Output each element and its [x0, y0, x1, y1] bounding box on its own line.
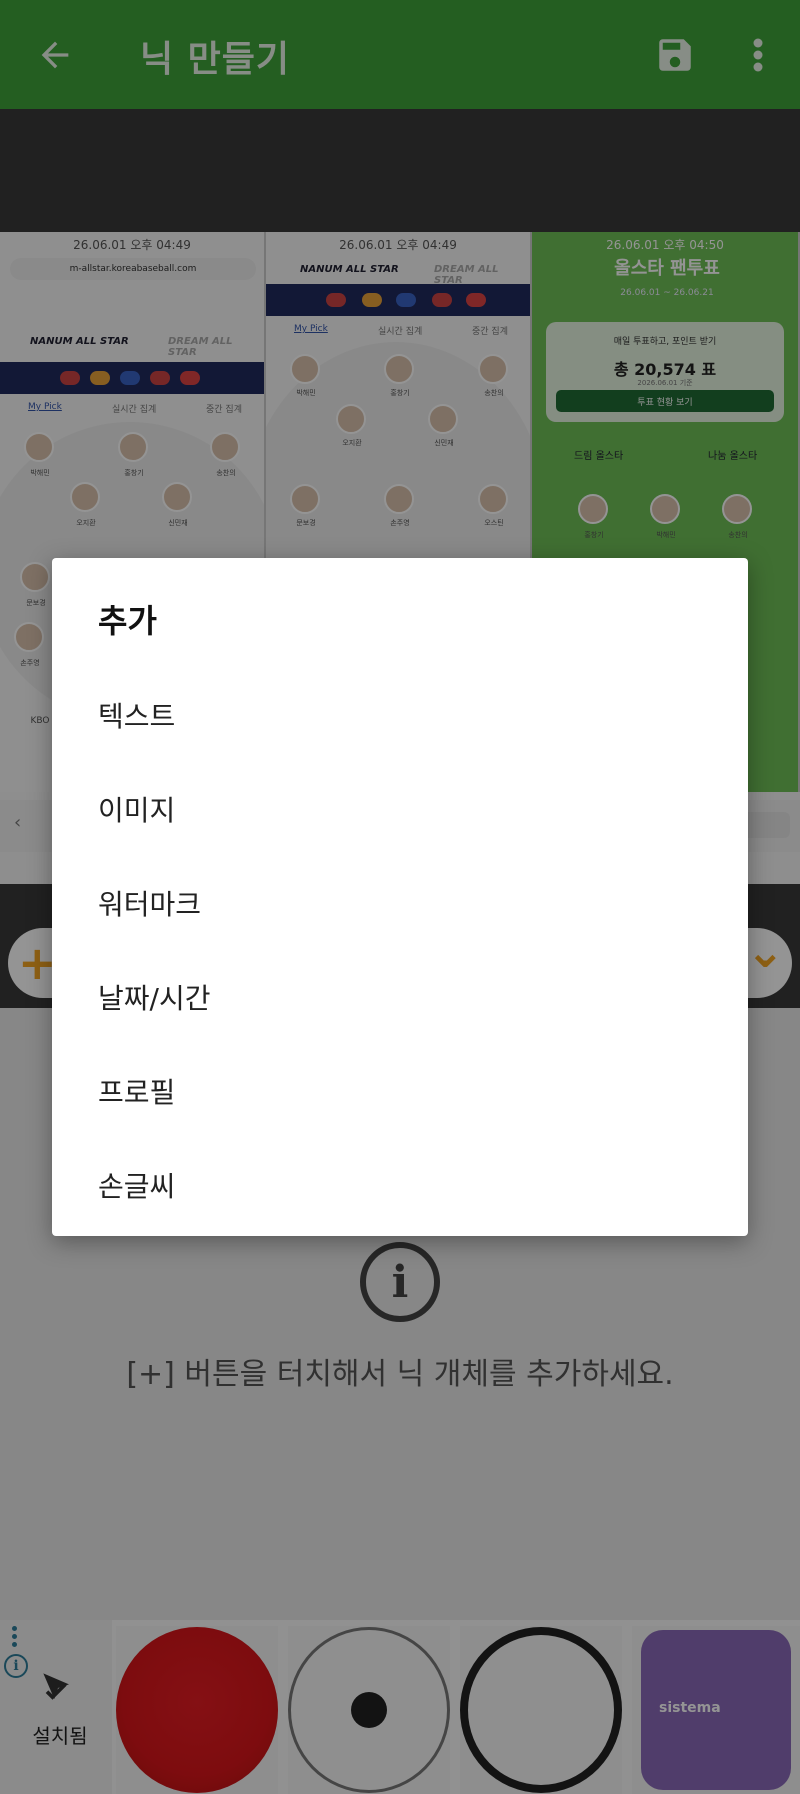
- menu-item-image[interactable]: 이미지: [52, 762, 748, 856]
- menu-item-datetime[interactable]: 날짜/시간: [52, 950, 748, 1044]
- add-dialog: 추가 텍스트 이미지 워터마크 날짜/시간 프로필 손글씨: [52, 558, 748, 1236]
- app-root: 닉 만들기 26.06.01 오후 04:49 m-allstar.koreab…: [0, 0, 800, 1794]
- menu-item-profile[interactable]: 프로필: [52, 1044, 748, 1138]
- dialog-title: 추가: [98, 602, 157, 640]
- menu-item-text[interactable]: 텍스트: [52, 668, 748, 762]
- menu-item-watermark[interactable]: 워터마크: [52, 856, 748, 950]
- menu-item-handwriting[interactable]: 손글씨: [52, 1138, 748, 1232]
